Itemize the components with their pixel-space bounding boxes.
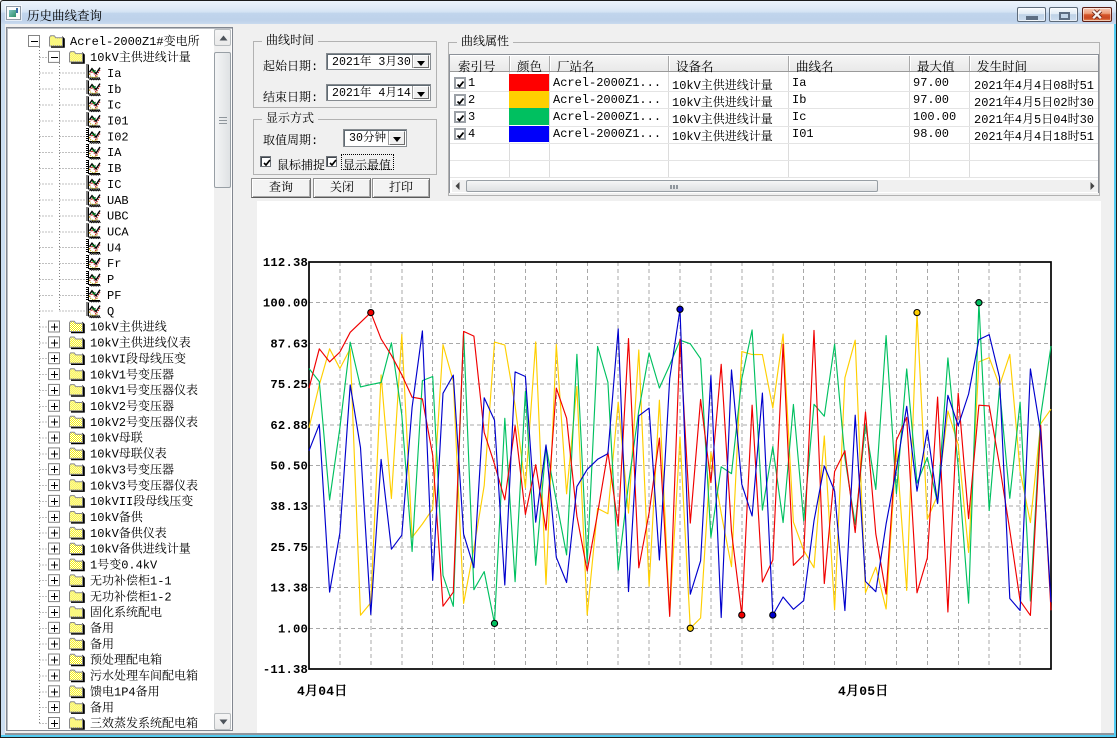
svg-text:1.00: 1.00 bbox=[278, 622, 308, 636]
svg-text:IC: IC bbox=[107, 178, 121, 192]
svg-text:IB: IB bbox=[107, 162, 121, 176]
svg-text:U4: U4 bbox=[107, 241, 121, 255]
svg-text:UAB: UAB bbox=[107, 194, 129, 208]
svg-text:62.88: 62.88 bbox=[270, 419, 308, 433]
svg-text:P: P bbox=[107, 273, 114, 287]
svg-text:4月04日: 4月04日 bbox=[297, 684, 347, 699]
svg-text:10kV备供: 10kV备供 bbox=[90, 509, 144, 525]
svg-text:75.25: 75.25 bbox=[270, 378, 308, 392]
svg-text:112.38: 112.38 bbox=[263, 256, 308, 270]
svg-text:100.00: 100.00 bbox=[263, 297, 308, 311]
svg-text:备用: 备用 bbox=[90, 621, 114, 636]
svg-text:Ib: Ib bbox=[107, 83, 121, 97]
svg-text:10kV主供进线: 10kV主供进线 bbox=[90, 319, 167, 335]
svg-text:备用: 备用 bbox=[90, 700, 114, 715]
svg-text:预处理配电箱: 预处理配电箱 bbox=[90, 652, 162, 668]
svg-text:Ic: Ic bbox=[107, 99, 121, 113]
svg-text:38.13: 38.13 bbox=[270, 500, 308, 514]
svg-text:10kV主供进线计量: 10kV主供进线计量 bbox=[90, 49, 191, 65]
svg-text:13.38: 13.38 bbox=[270, 582, 308, 596]
svg-text:10kV2号变压器仪表: 10kV2号变压器仪表 bbox=[90, 414, 198, 430]
svg-text:10kV备供仪表: 10kV备供仪表 bbox=[90, 525, 167, 541]
svg-text:10kV3号变压器仪表: 10kV3号变压器仪表 bbox=[90, 477, 198, 493]
svg-text:87.63: 87.63 bbox=[270, 337, 308, 351]
svg-text:-11.38: -11.38 bbox=[263, 663, 308, 677]
svg-text:UCA: UCA bbox=[107, 226, 129, 240]
svg-text:10kV备供进线计量: 10kV备供进线计量 bbox=[90, 541, 191, 557]
svg-text:4月05日: 4月05日 bbox=[838, 684, 888, 699]
svg-text:Ia: Ia bbox=[107, 67, 121, 81]
svg-text:10kVII段母线压变: 10kVII段母线压变 bbox=[90, 493, 193, 509]
svg-text:10kV3号变压器: 10kV3号变压器 bbox=[90, 461, 174, 477]
svg-text:10kV母联仪表: 10kV母联仪表 bbox=[90, 447, 167, 462]
svg-text:污水处理车间配电箱: 污水处理车间配电箱 bbox=[90, 668, 198, 684]
svg-text:10kV2号变压器: 10kV2号变压器 bbox=[90, 398, 174, 414]
svg-text:PF: PF bbox=[107, 289, 121, 303]
svg-text:Acrel-2000Z1#变电所: Acrel-2000Z1#变电所 bbox=[70, 33, 200, 49]
svg-text:Q: Q bbox=[107, 305, 114, 319]
svg-text:10kV1号变压器仪表: 10kV1号变压器仪表 bbox=[90, 382, 198, 398]
svg-text:固化系统配电: 固化系统配电 bbox=[90, 604, 162, 620]
svg-text:I01: I01 bbox=[107, 115, 129, 129]
svg-text:Fr: Fr bbox=[107, 257, 121, 271]
svg-text:无功补偿柜1-2: 无功补偿柜1-2 bbox=[90, 588, 172, 604]
svg-text:备用: 备用 bbox=[90, 637, 114, 652]
svg-text:UBC: UBC bbox=[107, 210, 129, 224]
svg-text:1号变0.4kV: 1号变0.4kV bbox=[90, 557, 158, 573]
svg-text:10kV母联: 10kV母联 bbox=[90, 431, 143, 446]
svg-text:馈电1P4备用: 馈电1P4备用 bbox=[90, 684, 160, 700]
svg-text:三效蒸发系统配电箱: 三效蒸发系统配电箱 bbox=[90, 715, 198, 730]
svg-text:I02: I02 bbox=[107, 130, 129, 144]
svg-text:25.75: 25.75 bbox=[270, 541, 308, 555]
svg-text:10kV主供进线仪表: 10kV主供进线仪表 bbox=[90, 335, 191, 351]
svg-text:IA: IA bbox=[107, 146, 122, 160]
svg-text:无功补偿柜1-1: 无功补偿柜1-1 bbox=[90, 572, 172, 588]
svg-text:10kVI段母线压变: 10kVI段母线压变 bbox=[90, 350, 186, 366]
svg-text:50.50: 50.50 bbox=[270, 460, 308, 474]
svg-text:10kV1号变压器: 10kV1号变压器 bbox=[90, 366, 174, 382]
